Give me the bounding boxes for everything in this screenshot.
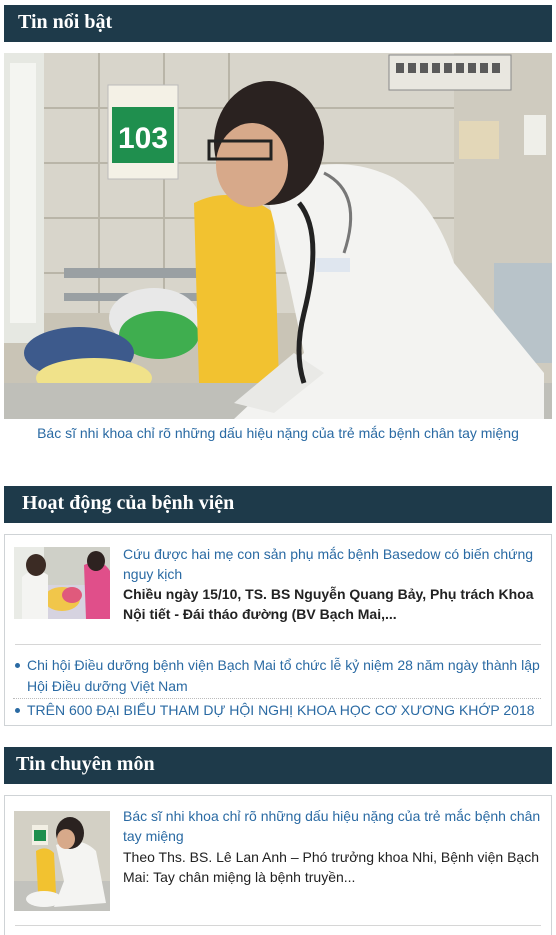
- list-item-link[interactable]: Chi hội Điều dưỡng bệnh viện Bạch Mai tổ…: [13, 655, 541, 699]
- list-item-link[interactable]: TRÊN 600 ĐẠI BIỂU THAM DỰ HỘI NGHỊ KHOA …: [13, 700, 541, 721]
- section-title-hospital-activities: Hoạt động của bệnh viện: [22, 492, 235, 514]
- room-number-sign: 103: [118, 122, 168, 155]
- doctor-with-baby-thumbnail-image: [14, 547, 110, 619]
- section-header-professional: Tin chuyên môn: [4, 747, 552, 784]
- story-title-link[interactable]: Cứu được hai mẹ con sản phụ mắc bệnh Bas…: [123, 544, 543, 584]
- doctor-examining-child-thumbnail-image: [14, 811, 110, 911]
- story-title-link[interactable]: Bác sĩ nhi khoa chỉ rõ những dấu hiệu nặ…: [123, 806, 543, 846]
- section-header-featured: Tin nổi bật: [4, 5, 552, 42]
- story-summary: Theo Ths. BS. Lê Lan Anh – Phó trưởng kh…: [123, 849, 540, 885]
- story-thumbnail[interactable]: [14, 547, 110, 619]
- featured-caption-link[interactable]: Bác sĩ nhi khoa chỉ rõ những dấu hiệu nặ…: [4, 425, 552, 441]
- section-header-hospital-activities: Hoạt động của bệnh viện: [4, 486, 552, 523]
- professional-news-panel: Bác sĩ nhi khoa chỉ rõ những dấu hiệu nặ…: [4, 795, 552, 935]
- story-thumbnail[interactable]: [14, 811, 110, 911]
- divider: [15, 644, 541, 645]
- hospital-links-list: Chi hội Điều dưỡng bệnh viện Bạch Mai tổ…: [13, 655, 541, 721]
- story-summary: Chiều ngày 15/10, TS. BS Nguyễn Quang Bả…: [123, 586, 534, 622]
- doctor-examining-child-image: 103: [4, 53, 552, 419]
- featured-photo[interactable]: 103: [4, 53, 552, 419]
- section-title-featured: Tin nổi bật: [18, 11, 113, 33]
- hospital-activities-panel: Cứu được hai mẹ con sản phụ mắc bệnh Bas…: [4, 534, 552, 726]
- divider: [15, 925, 541, 926]
- section-title-professional: Tin chuyên môn: [16, 753, 155, 775]
